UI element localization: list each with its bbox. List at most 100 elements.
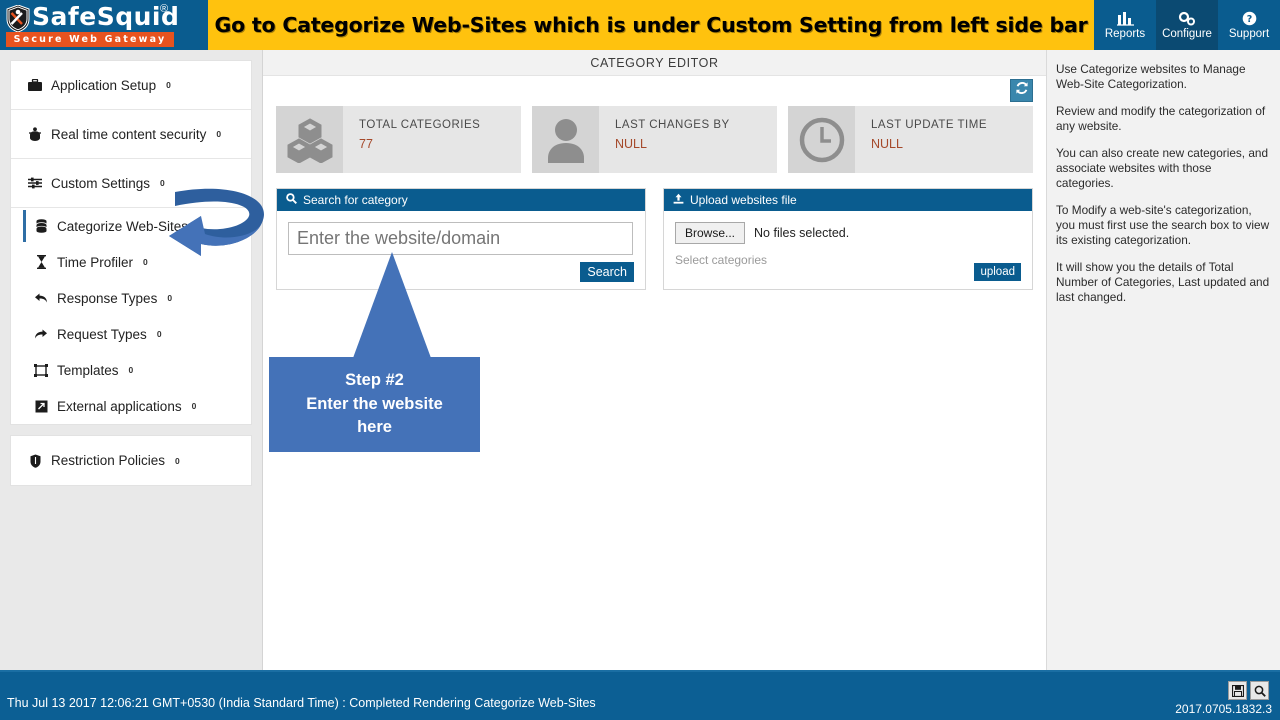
upload-panel-title: Upload websites file: [690, 193, 797, 207]
stats-row: TOTAL CATEGORIES 77 LAST CHANGES BY NULL: [263, 106, 1046, 173]
arrow-forward-icon: [33, 328, 49, 340]
panels-row: Search for category Search Upload websit…: [263, 173, 1046, 290]
help-panel: Use Categorize websites to Manage Web-Si…: [1047, 50, 1280, 670]
search-panel-body: Search: [277, 211, 645, 289]
select-categories-field[interactable]: Select categories: [675, 253, 1021, 267]
search-input[interactable]: [288, 222, 633, 255]
stat-card-last-changes-by: LAST CHANGES BY NULL: [532, 106, 777, 173]
top-bar: SafeSquid ® Secure Web Gateway Go to Cat…: [0, 0, 1280, 50]
sidebar-item-templates[interactable]: Templates 0: [11, 352, 251, 388]
template-icon: [33, 364, 49, 377]
sidebar-item-real-time-content-security[interactable]: Real time content security 0: [11, 110, 251, 159]
clock-icon: [788, 106, 855, 173]
sidebar-item-time-profiler[interactable]: Time Profiler 0: [11, 244, 251, 280]
search-panel-title: Search for category: [303, 193, 408, 207]
sidebar-item-categorize-web-sites-label: Categorize Web-Sites: [57, 219, 188, 234]
sidebar-item-custom-settings-badge: 0: [160, 178, 165, 188]
sidebar-item-response-types-badge: 0: [167, 293, 172, 303]
stat-card-last-update-time: LAST UPDATE TIME NULL: [788, 106, 1033, 173]
help-paragraph: Review and modify the categorization of …: [1056, 104, 1271, 134]
sidebar-item-external-applications[interactable]: External applications 0: [11, 388, 251, 424]
search-icon: [286, 193, 297, 207]
user-icon: [532, 106, 599, 173]
sidebar-item-categorize-web-sites-badge: 0: [198, 221, 203, 231]
database-icon: [33, 219, 49, 233]
stat-card-total-categories: TOTAL CATEGORIES 77: [276, 106, 521, 173]
refresh-button[interactable]: [1010, 79, 1033, 102]
external-app-icon: [33, 400, 49, 413]
stat-value: 77: [359, 137, 521, 151]
sidebar-item-request-types-badge: 0: [157, 329, 162, 339]
stat-value: NULL: [615, 137, 777, 151]
sidebar-item-external-applications-badge: 0: [192, 401, 197, 411]
search-panel: Search for category Search: [276, 188, 646, 290]
save-icon[interactable]: [1228, 681, 1247, 700]
status-bar: Thu Jul 13 2017 12:06:21 GMT+0530 (India…: [0, 670, 1280, 720]
file-status-label: No files selected.: [754, 226, 849, 240]
shield-logo-icon: [6, 5, 30, 32]
upload-panel: Upload websites file Browse... No files …: [663, 188, 1033, 290]
sidebar-group-main: Application Setup 0 Real time content se…: [10, 60, 252, 425]
help-paragraph: To Modify a web-site's categorization, y…: [1056, 203, 1271, 248]
svg-text:?: ?: [1246, 14, 1252, 25]
nav-item-reports[interactable]: Reports: [1094, 0, 1156, 50]
application-window: SafeSquid ® Secure Web Gateway Go to Cat…: [0, 0, 1280, 720]
brand-logo[interactable]: SafeSquid ® Secure Web Gateway: [0, 0, 208, 50]
sidebar-item-custom-settings[interactable]: Custom Settings 0: [11, 159, 251, 208]
sidebar-item-application-setup[interactable]: Application Setup 0: [11, 61, 251, 110]
hourglass-icon: [33, 255, 49, 269]
stat-card-total-categories-body: TOTAL CATEGORIES 77: [343, 106, 521, 173]
sidebar-item-restriction-policies[interactable]: Restriction Policies 0: [11, 436, 251, 485]
sidebar-item-time-profiler-badge: 0: [143, 257, 148, 267]
nav-item-reports-label: Reports: [1105, 28, 1145, 40]
sidebar-item-response-types[interactable]: Response Types 0: [11, 280, 251, 316]
nav-item-configure-label: Configure: [1162, 28, 1212, 40]
cubes-icon: [276, 106, 343, 173]
help-paragraph: You can also create new categories, and …: [1056, 146, 1271, 191]
sidebar-item-real-time-content-security-label: Real time content security: [51, 127, 206, 142]
sidebar-item-templates-label: Templates: [57, 363, 119, 378]
status-bar-icons: [1228, 681, 1269, 700]
version-label: 2017.0705.1832.3: [1175, 702, 1272, 716]
sidebar-item-request-types[interactable]: Request Types 0: [11, 316, 251, 352]
help-paragraph: Use Categorize websites to Manage Web-Si…: [1056, 62, 1271, 92]
step-callout-line1: Step #2: [345, 369, 404, 393]
sidebar-group-policies: Restriction Policies 0: [10, 435, 252, 486]
nav-item-support[interactable]: ? Support: [1218, 0, 1280, 50]
sidebar-item-categorize-web-sites[interactable]: Categorize Web-Sites 0: [11, 208, 251, 244]
sidebar: Application Setup 0 Real time content se…: [0, 50, 263, 670]
refresh-icon: [1015, 81, 1029, 100]
shield-icon: [27, 454, 43, 468]
upload-panel-body: Browse... No files selected. Select cate…: [664, 211, 1032, 289]
file-picker-row: Browse... No files selected.: [675, 222, 1021, 244]
instruction-banner-text: Go to Categorize Web-Sites which is unde…: [214, 13, 1087, 37]
sidebar-item-restriction-policies-badge: 0: [175, 456, 180, 466]
arrow-reply-icon: [33, 292, 49, 304]
status-message: Thu Jul 13 2017 12:06:21 GMT+0530 (India…: [7, 696, 596, 710]
chart-icon: [1117, 10, 1134, 27]
help-paragraph: It will show you the details of Total Nu…: [1056, 260, 1271, 305]
sidebar-item-application-setup-badge: 0: [166, 80, 171, 90]
sidebar-item-response-types-label: Response Types: [57, 291, 157, 306]
sidebar-item-external-applications-label: External applications: [57, 399, 182, 414]
upload-icon: [673, 193, 684, 207]
briefcase-icon: [27, 79, 43, 91]
toolbar-row: [263, 76, 1046, 106]
sidebar-item-templates-badge: 0: [129, 365, 134, 375]
stat-card-last-changes-by-body: LAST CHANGES BY NULL: [599, 106, 777, 173]
search-button[interactable]: Search: [580, 262, 634, 282]
brand-registered-mark: ®: [160, 3, 168, 15]
brand-tagline: Secure Web Gateway: [6, 32, 174, 47]
upload-button[interactable]: upload: [974, 263, 1021, 281]
instruction-banner: Go to Categorize Web-Sites which is unde…: [208, 0, 1094, 50]
stat-value: NULL: [871, 137, 1033, 151]
sidebar-item-request-types-label: Request Types: [57, 327, 147, 342]
browse-button[interactable]: Browse...: [675, 222, 745, 244]
sidebar-item-restriction-policies-label: Restriction Policies: [51, 453, 165, 468]
sliders-icon: [27, 177, 43, 189]
upload-panel-header: Upload websites file: [664, 189, 1032, 211]
nav-item-configure[interactable]: Configure: [1156, 0, 1218, 50]
search-icon[interactable]: [1250, 681, 1269, 700]
stat-card-last-update-time-body: LAST UPDATE TIME NULL: [855, 106, 1033, 173]
stat-label: LAST UPDATE TIME: [871, 119, 1033, 131]
